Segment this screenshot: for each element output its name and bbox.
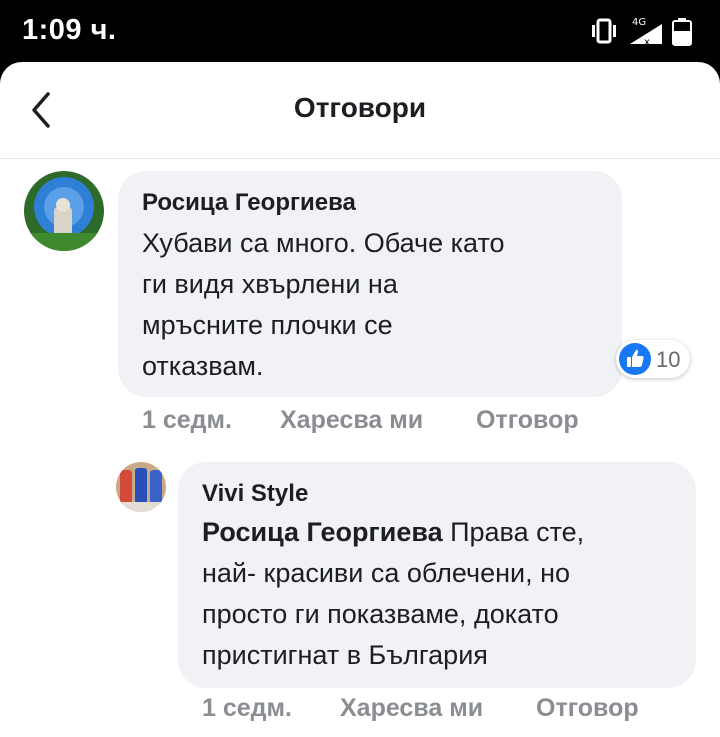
battery-icon (672, 18, 692, 46)
comment-line: мръсните плочки се (142, 310, 393, 340)
network-label: 4G (632, 17, 646, 28)
like-button[interactable]: Харесва ми (280, 406, 423, 435)
comment-actions: 1 седм. Харесва ми Отговор (142, 406, 642, 438)
reply-line: най- красиви са облечени, но (202, 558, 571, 588)
header: Отговори (0, 62, 720, 159)
vibrate-icon (592, 18, 616, 44)
reply-text: Росица Георгиева Права сте, най- красиви… (202, 512, 584, 676)
comment-line: ги видя хвърлени на (142, 269, 398, 299)
reply-line: пристигнат в България (202, 640, 488, 670)
reaction-count: 10 (656, 347, 681, 372)
reply-line: просто ги показваме, докато (202, 599, 559, 629)
reaction-summary[interactable]: 10 (616, 340, 690, 378)
status-time: 1:09 ч. (22, 14, 117, 46)
reply-actions: 1 седм. Харесва ми Отговор (202, 694, 702, 726)
reply-time[interactable]: 1 седм. (202, 694, 292, 723)
avatar-reply-author[interactable] (116, 462, 166, 512)
avatar-comment-author[interactable] (24, 171, 104, 251)
comment-time[interactable]: 1 седм. (142, 406, 232, 435)
comment-bubble[interactable]: Росица Георгиева Хубави са много. Обаче … (118, 171, 622, 397)
comment-line: Хубави са много. Обаче като (142, 228, 505, 258)
status-bar: 1:09 ч. 4G x (0, 0, 720, 62)
avatar-image (24, 171, 104, 251)
reply-line: Росица Георгиева Права сте, (202, 512, 584, 553)
reply-line-rest: Права сте, (442, 517, 585, 547)
like-button[interactable]: Харесва ми (340, 694, 483, 723)
signal-icon: 4G x (630, 17, 662, 48)
status-icons: 4G x (592, 17, 692, 48)
svg-text:x: x (644, 37, 650, 48)
reply-bubble[interactable]: Vivi Style Росица Георгиева Права сте, н… (178, 462, 696, 688)
reply-author-name[interactable]: Vivi Style (202, 480, 308, 508)
comment-text: Хубави са много. Обаче като ги видя хвър… (142, 223, 505, 387)
page-title: Отговори (293, 92, 427, 123)
replies-sheet: Отговори Росица Георгиева Хубави са мног… (0, 62, 720, 737)
comment-line: отказвам. (142, 351, 264, 381)
comment-author-name[interactable]: Росица Георгиева (142, 189, 356, 217)
like-reaction-icon (619, 343, 651, 375)
reply-button[interactable]: Отговор (536, 694, 639, 723)
mention-link[interactable]: Росица Георгиева (202, 517, 443, 547)
reply-button[interactable]: Отговор (476, 406, 579, 435)
avatar-image (116, 462, 166, 512)
